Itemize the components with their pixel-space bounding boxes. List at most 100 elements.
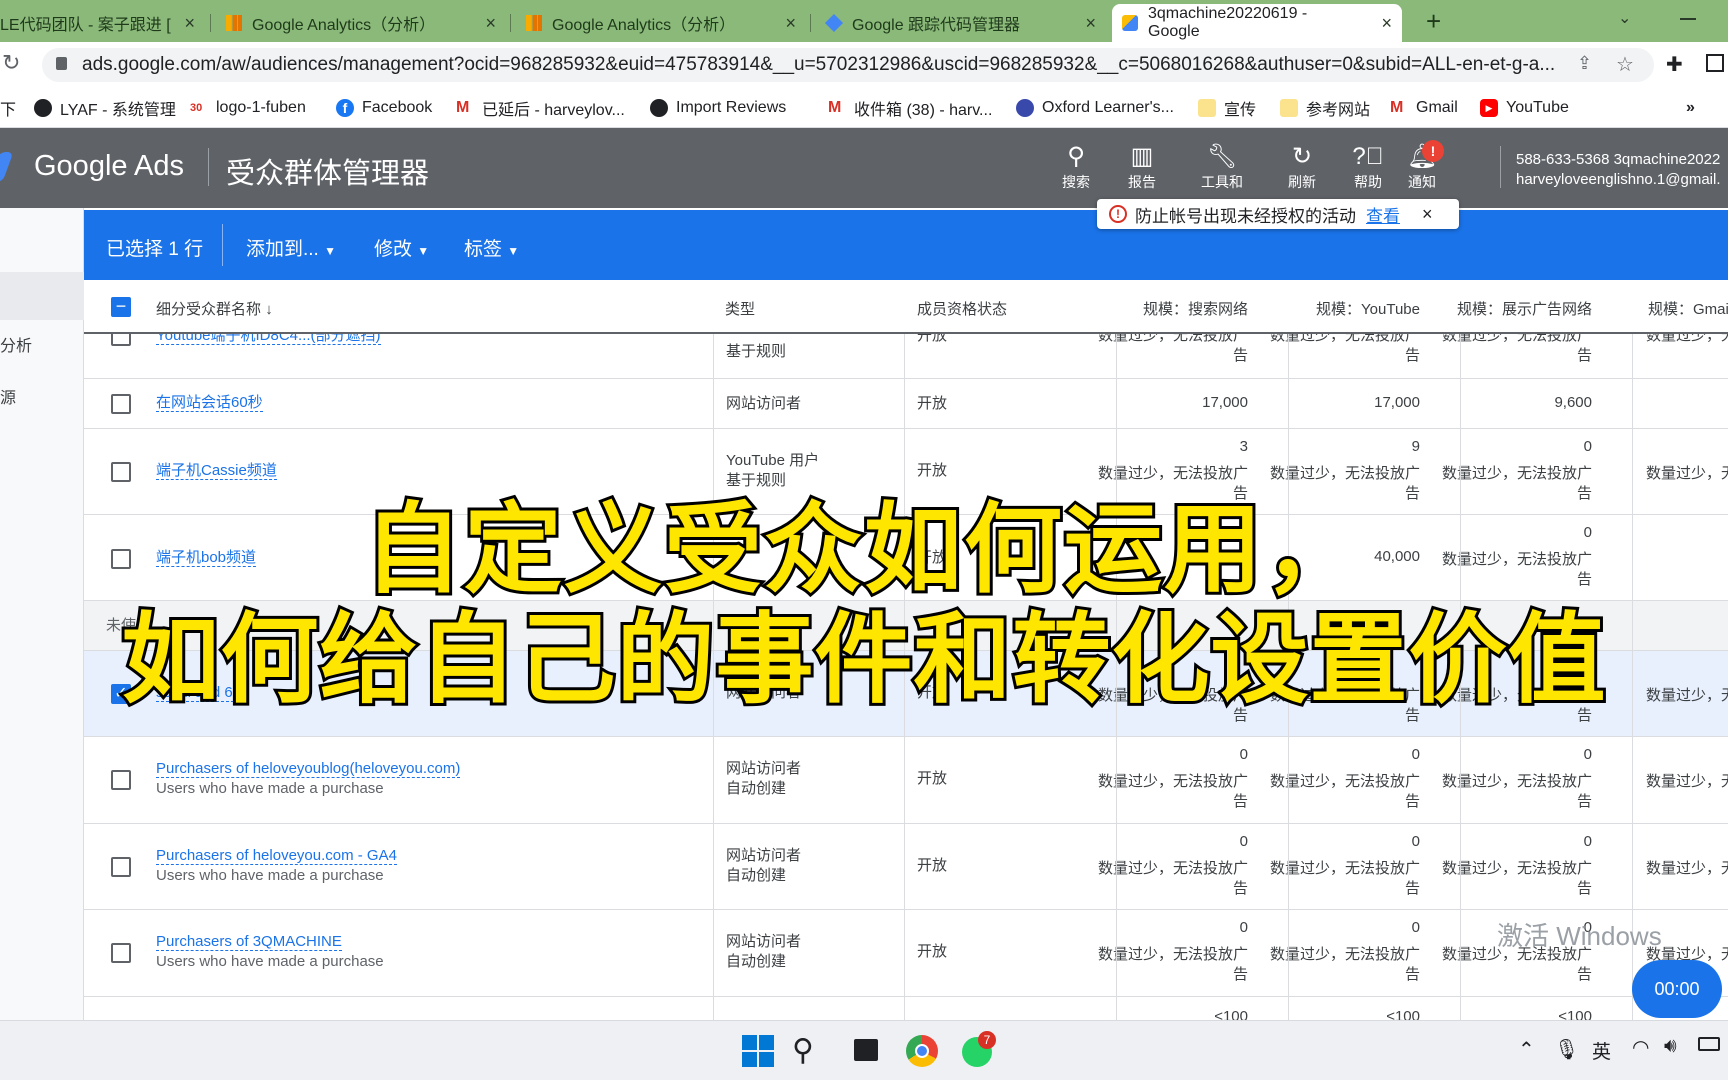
select-all-checkbox[interactable]: − [111, 297, 131, 317]
search-icon[interactable]: ⚲ [792, 1033, 828, 1069]
row-checkbox[interactable] [111, 770, 131, 790]
chevron-down-icon[interactable]: ⌄ [1618, 8, 1631, 28]
row-checkbox[interactable] [111, 857, 131, 877]
recording-timer[interactable]: 00:00 [1632, 960, 1722, 1018]
row-checkbox[interactable] [111, 943, 131, 963]
add-to-menu[interactable]: 添加到... ▼ [246, 234, 336, 261]
task-view-icon[interactable] [848, 1033, 884, 1069]
close-icon[interactable]: × [184, 13, 195, 34]
page-title: 受众群体管理器 [226, 158, 430, 190]
left-nav-item-analysis[interactable]: 分析 [0, 332, 32, 356]
table-row-partial[interactable]: <100 <100 <100 [84, 997, 1728, 1020]
bookmark-10[interactable]: M Gmail [1390, 96, 1458, 120]
col-type-header[interactable]: 类型 [725, 298, 755, 319]
header-button-label: 搜索 [1062, 174, 1090, 190]
audience-name-link[interactable]: Purchasers of heloveyou.com - GA4 [156, 847, 397, 865]
bookmark-11[interactable]: ▶ YouTube [1480, 96, 1569, 120]
tab-1[interactable]: LE代码团队 - 案子跟进 [ × [0, 4, 205, 42]
bookmark-9[interactable]: 参考网站 [1280, 96, 1370, 120]
share-icon[interactable]: ⇪ [1577, 53, 1592, 74]
extensions-icon[interactable]: ✚ [1666, 52, 1683, 77]
modify-menu[interactable]: 修改 ▼ [374, 234, 429, 261]
left-nav-selected-item[interactable] [0, 272, 84, 320]
search-size-note: 数量过少，无法投放广告 [1097, 860, 1248, 897]
audience-name-link[interactable]: Purchasers of heloveyoublog(heloveyou.co… [156, 760, 461, 778]
col-name-header[interactable]: 细分受众群名称 ↓ [156, 298, 273, 319]
youtube-size: 0 [1411, 746, 1420, 763]
youtube-size: 0 [1411, 919, 1420, 936]
youtube-size: <100 [1386, 1008, 1420, 1020]
row-checkbox[interactable] [111, 394, 131, 414]
bookmark-5[interactable]: Import Reviews [650, 96, 786, 120]
bookmark-4[interactable]: M 已延后 - harveylov... [456, 96, 625, 120]
refresh-icon: ↻ [1291, 143, 1313, 170]
whatsapp-icon[interactable]: 7 [960, 1031, 996, 1069]
table-row[interactable]: 在网站会话60秒 网站访问者 开放 17,000 17,000 9,600 [84, 379, 1728, 429]
tools-button[interactable]: 🔧︎ 工具和 [1194, 142, 1250, 192]
selection-divider [222, 224, 223, 266]
table-row[interactable]: Purchasers of heloveyou.com - GA4 Users … [84, 824, 1728, 910]
tab-divider [210, 14, 211, 32]
audience-name-link[interactable]: 在网站会话60秒 [156, 394, 263, 412]
battery-icon[interactable] [1698, 1037, 1720, 1051]
col-status-header[interactable]: 成员资格状态 [917, 298, 1007, 319]
bookmark-2[interactable]: 30 logo-1-fuben [190, 96, 306, 120]
bookmark-3[interactable]: f Facebook [336, 96, 432, 120]
col-search-header[interactable]: 规模：搜索网络 [1084, 298, 1248, 319]
url-text[interactable]: ads.google.com/aw/audiences/management?o… [82, 54, 1582, 76]
lock-icon[interactable] [56, 57, 67, 70]
bookmarks-more[interactable]: » [1686, 96, 1695, 120]
close-icon[interactable]: × [1085, 13, 1096, 34]
minimize-icon[interactable] [1680, 18, 1696, 20]
search-size-note: 数量过少，无法投放广告 [1097, 773, 1248, 810]
new-tab-button[interactable]: + [1426, 6, 1441, 37]
reload-icon[interactable]: ↻ [2, 50, 20, 76]
tab-2[interactable]: Google Analytics（分析） × [216, 4, 506, 42]
bar-chart-icon: ▥ [1130, 143, 1154, 170]
refresh-button[interactable]: ↻ 刷新 [1274, 142, 1330, 192]
type-cell: 基于规则 [726, 343, 787, 360]
close-icon[interactable]: × [785, 13, 796, 34]
help-button[interactable]: ?⃝ 帮助 [1340, 142, 1396, 192]
microphone-icon[interactable]: 🎙︎ [1554, 1037, 1579, 1062]
bookmark-0[interactable]: 下 [0, 96, 16, 120]
bookmark-1[interactable]: LYAF - 系统管理 [34, 96, 176, 120]
col-youtube-header[interactable]: 规模：YouTube [1256, 298, 1420, 319]
modify-label: 修改 [374, 239, 413, 260]
chrome-icon[interactable] [904, 1033, 940, 1069]
input-language[interactable]: 英 [1592, 1037, 1611, 1064]
search-button[interactable]: ⚲ 搜索 [1048, 142, 1104, 192]
volume-icon[interactable]: 🔊︎ [1664, 1035, 1677, 1058]
account-info[interactable]: 588-633-5368 3qmachine2022 harveyloveeng… [1516, 150, 1721, 190]
table-row[interactable]: Purchasers of heloveyoublog(heloveyou.co… [84, 737, 1728, 824]
tab-4[interactable]: Google 跟踪代码管理器 × [816, 4, 1106, 42]
address-bar[interactable]: ads.google.com/aw/audiences/management?o… [42, 48, 1654, 82]
left-nav-item-source[interactable]: 源 [0, 384, 16, 408]
star-icon[interactable]: ☆ [1616, 52, 1634, 77]
table-row-partial[interactable]: Youtube端子机ID8C4...(部分遮挡) 基于规则 开放 数量过少，无法… [84, 326, 1728, 379]
col-display-header[interactable]: 规模：展示广告网络 [1428, 298, 1592, 319]
windows-start-icon[interactable] [740, 1033, 776, 1069]
chevron-up-icon[interactable]: ⌃ [1518, 1037, 1535, 1062]
analytics-icon [226, 15, 242, 31]
status-cell: 开放 [917, 943, 948, 960]
notice-view-link[interactable]: 查看 [1366, 202, 1400, 227]
tab-5-active[interactable]: 3qmachine20220619 - Google × [1112, 4, 1402, 42]
search-size: <100 [1214, 1008, 1248, 1020]
wifi-icon[interactable]: ◠ [1632, 1035, 1649, 1060]
table-row[interactable]: Purchasers of 3QMACHINE Users who have m… [84, 910, 1728, 997]
bookmark-7[interactable]: Oxford Learner's... [1016, 96, 1174, 120]
tab-3[interactable]: Google Analytics（分析） × [516, 4, 806, 42]
bookmark-8[interactable]: 宣传 [1198, 96, 1256, 120]
audience-name-link[interactable]: Purchasers of 3QMACHINE [156, 933, 342, 951]
close-icon[interactable]: × [1381, 13, 1392, 34]
col-gmail-header[interactable]: 规模：Gmail [1648, 298, 1728, 319]
close-icon[interactable]: × [485, 13, 496, 34]
sidepanel-icon[interactable] [1706, 54, 1724, 72]
globe-icon [650, 99, 668, 117]
reports-button[interactable]: ▥ 报告 [1114, 142, 1170, 192]
label-menu[interactable]: 标签 ▼ [464, 234, 519, 261]
notice-close-button[interactable]: × [1422, 204, 1433, 225]
bookmark-6[interactable]: M 收件箱 (38) - harv... [828, 96, 992, 120]
caret-down-icon: ▼ [417, 244, 430, 258]
